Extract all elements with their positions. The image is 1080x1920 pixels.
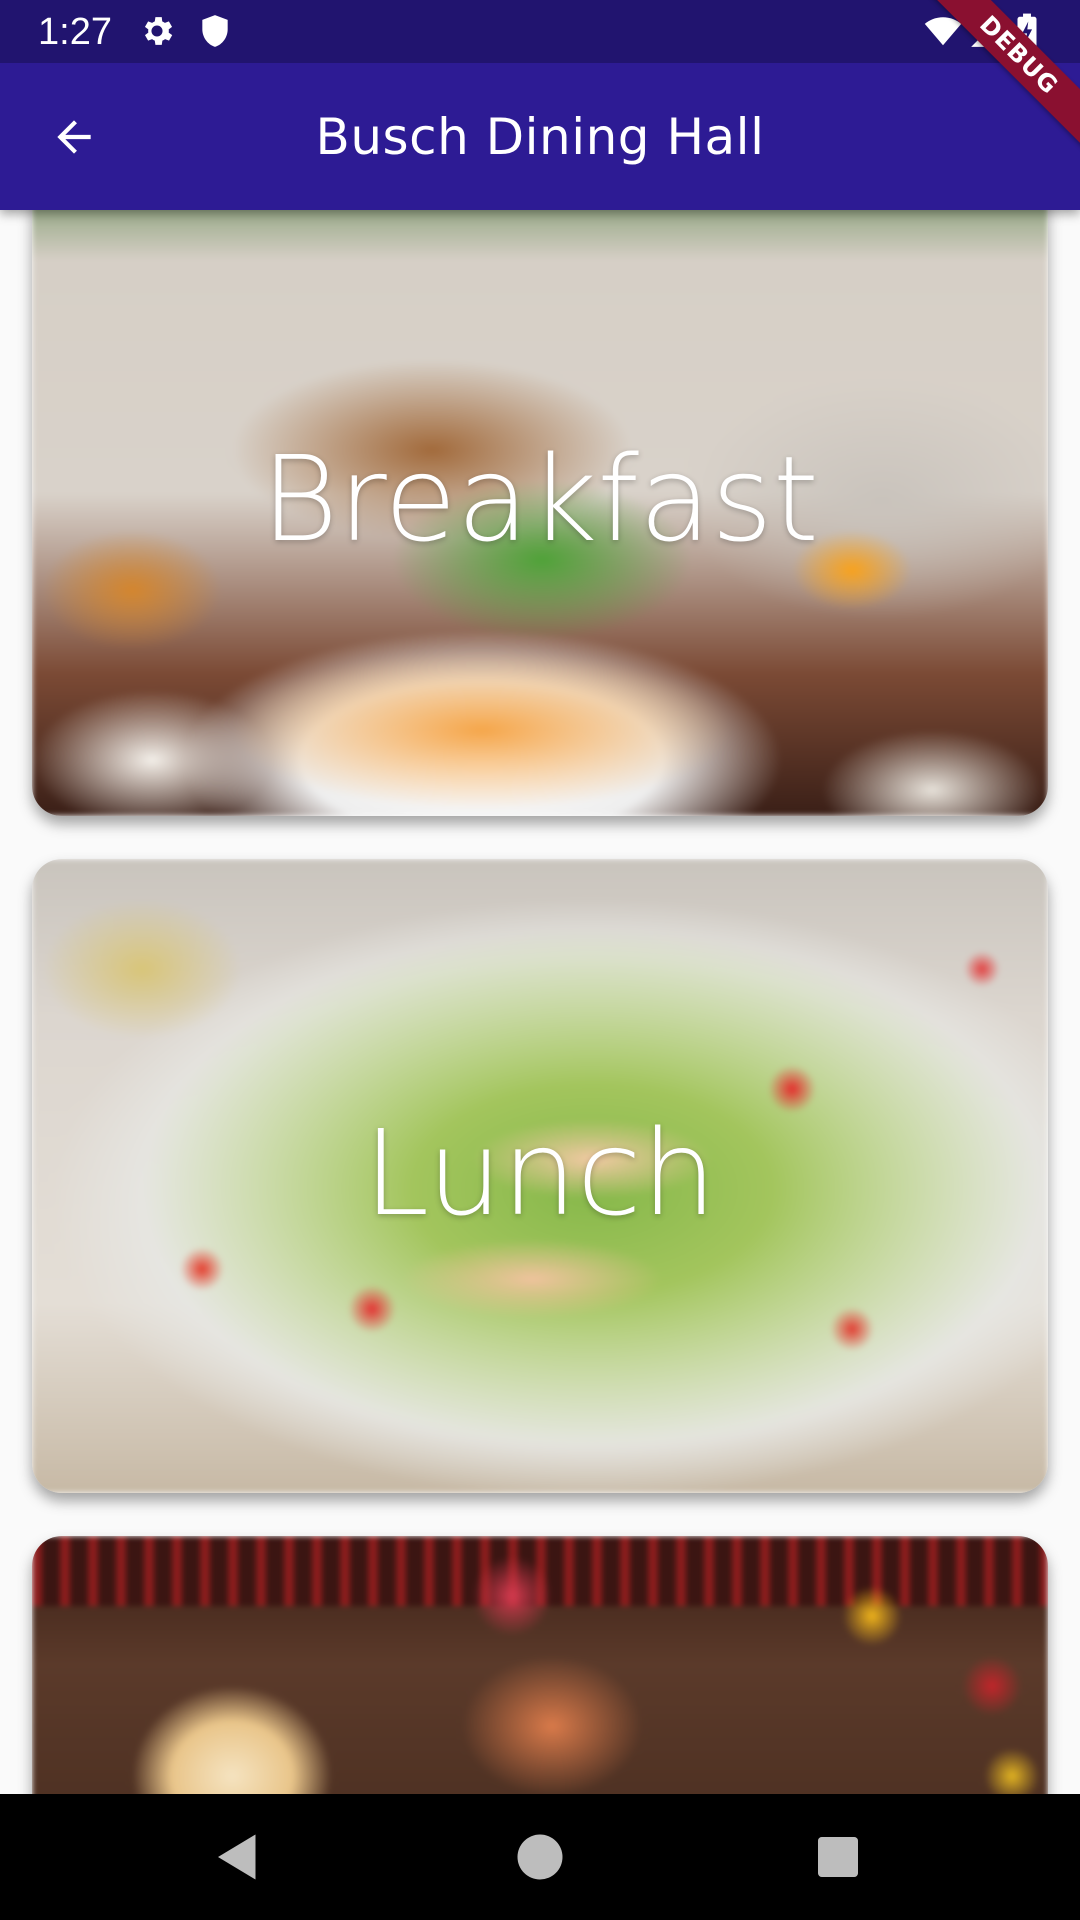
meal-card-lunch[interactable]: Lunch <box>32 859 1048 1493</box>
gear-icon <box>138 12 176 50</box>
cell-signal-icon <box>968 12 1006 50</box>
status-bar: 1:27 <box>0 0 1080 63</box>
status-time: 1:27 <box>38 11 112 53</box>
screen: 1:27 DEBUG Busch Dining Hall Breakfast L… <box>0 0 1080 1920</box>
page-title: Busch Dining Hall <box>315 108 765 166</box>
nav-recents-button[interactable] <box>808 1827 868 1887</box>
meal-card-breakfast[interactable]: Breakfast <box>32 210 1048 816</box>
meal-label-lunch: Lunch <box>363 1104 717 1242</box>
system-nav-bar <box>0 1794 1080 1920</box>
meal-list[interactable]: Breakfast Lunch <box>0 210 1080 1794</box>
dinner-image <box>32 1536 1048 1794</box>
app-bar: Busch Dining Hall <box>0 63 1080 210</box>
wifi-icon <box>922 12 964 50</box>
home-circle-icon <box>510 1827 570 1887</box>
meal-label-breakfast: Breakfast <box>260 430 820 568</box>
nav-home-button[interactable] <box>510 1827 570 1887</box>
shield-icon <box>196 12 234 50</box>
nav-back-button[interactable] <box>208 1827 268 1887</box>
battery-charging-icon <box>1012 12 1042 50</box>
meal-card-dinner[interactable] <box>32 1536 1048 1794</box>
back-triangle-icon <box>208 1827 268 1887</box>
recents-square-icon <box>808 1827 868 1887</box>
